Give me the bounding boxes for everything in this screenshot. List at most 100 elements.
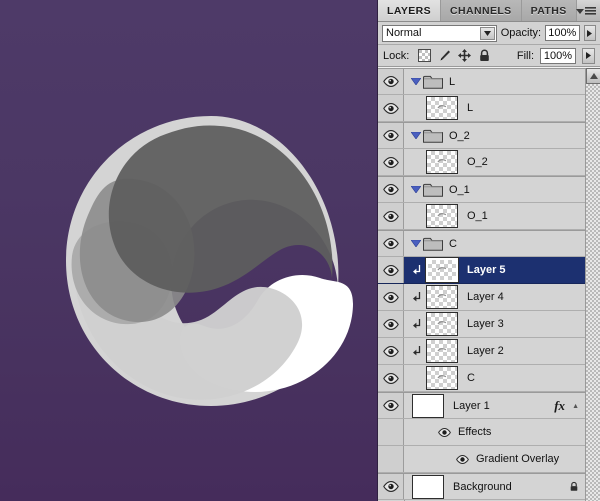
- layer-visibility-toggle[interactable]: [378, 474, 404, 499]
- thumb-content-mark: [438, 294, 447, 299]
- effects-collapse-icon[interactable]: ▲: [572, 402, 579, 410]
- layer-visibility-toggle[interactable]: [378, 284, 404, 310]
- thumb-content-mark: [438, 105, 447, 110]
- group-disclosure-triangle-icon[interactable]: [408, 132, 423, 139]
- layer-row[interactable]: O_1: [378, 176, 585, 203]
- layer-row[interactable]: Layer 2: [378, 338, 585, 365]
- layer-visibility-toggle[interactable]: [378, 123, 404, 148]
- layer-visibility-toggle[interactable]: [378, 203, 404, 229]
- layer-effects-indicator[interactable]: fx ▲: [554, 398, 585, 414]
- layer-visibility-toggle[interactable]: [378, 393, 404, 418]
- clipping-mask-icon: [408, 291, 426, 303]
- layer-thumbnail[interactable]: [412, 394, 444, 418]
- layer-thumbnail[interactable]: [426, 96, 458, 120]
- layer-row[interactable]: Layer 3: [378, 311, 585, 338]
- tab-paths[interactable]: PATHS: [522, 0, 577, 21]
- layer-thumbnail[interactable]: [426, 285, 458, 309]
- layer-row-body[interactable]: C: [404, 365, 585, 391]
- layer-row-body[interactable]: Gradient Overlay: [404, 446, 585, 472]
- layer-thumbnail[interactable]: [412, 475, 444, 499]
- layer-row-body[interactable]: O_2: [404, 123, 585, 148]
- layer-thumbnail[interactable]: [426, 258, 458, 282]
- thumb-content-mark: [438, 267, 447, 272]
- layer-row-body[interactable]: Layer 5: [404, 257, 585, 283]
- layer-row[interactable]: C: [378, 230, 585, 257]
- group-disclosure-triangle-icon[interactable]: [408, 78, 423, 85]
- layer-row-body[interactable]: O_2: [404, 149, 585, 175]
- layer-row-body[interactable]: Layer 1fx▲: [404, 393, 585, 418]
- layer-row[interactable]: O_2: [378, 122, 585, 149]
- lock-position-icon[interactable]: [458, 49, 471, 62]
- layer-row[interactable]: O_1: [378, 203, 585, 230]
- layer-thumbnail[interactable]: [426, 150, 458, 174]
- layer-row[interactable]: Layer 1fx▲: [378, 392, 585, 419]
- layer-row[interactable]: Layer 5: [378, 257, 585, 284]
- layer-row-body[interactable]: Effects: [404, 419, 585, 445]
- layer-row[interactable]: L: [378, 95, 585, 122]
- layer-visibility-toggle[interactable]: [378, 338, 404, 364]
- layers-panel: LAYERS CHANNELS PATHS Normal Opacity:: [378, 0, 600, 501]
- fill-stepper[interactable]: [582, 48, 595, 64]
- tab-channels[interactable]: CHANNELS: [441, 0, 522, 21]
- fill-label: Fill:: [517, 50, 534, 62]
- opacity-input[interactable]: 100%: [545, 25, 579, 41]
- layer-thumbnail[interactable]: [426, 366, 458, 390]
- layer-row-body[interactable]: Layer 3: [404, 311, 585, 337]
- thumb-content-mark: [438, 213, 447, 218]
- thumb-content-mark: [438, 321, 447, 326]
- layer-visibility-toggle[interactable]: [378, 177, 404, 202]
- lock-transparent-pixels-icon[interactable]: [418, 49, 431, 62]
- layer-row-body[interactable]: Layer 2: [404, 338, 585, 364]
- layer-row[interactable]: C: [378, 365, 585, 392]
- layer-row[interactable]: O_2: [378, 149, 585, 176]
- layer-name: O_1: [449, 184, 470, 196]
- layer-row[interactable]: Effects: [378, 419, 585, 446]
- layer-name: Effects: [458, 426, 491, 438]
- document-canvas[interactable]: [0, 0, 378, 501]
- chevron-down-icon[interactable]: [480, 27, 495, 40]
- layers-list-scroll[interactable]: LLO_2O_2O_1O_1CLayer 5Layer 4Layer 3Laye…: [378, 67, 600, 501]
- panel-menu-icon[interactable]: [576, 4, 596, 17]
- layer-row-body[interactable]: Layer 4: [404, 284, 585, 310]
- layer-row-body[interactable]: O_1: [404, 203, 585, 229]
- layer-visibility-toggle[interactable]: [378, 311, 404, 337]
- effects-visibility-toggle[interactable]: [438, 428, 452, 437]
- layer-thumbnail[interactable]: [426, 339, 458, 363]
- tab-layers[interactable]: LAYERS: [378, 0, 441, 21]
- layer-name: Layer 2: [467, 345, 504, 357]
- fx-icon[interactable]: fx: [554, 398, 565, 414]
- layer-row-body[interactable]: O_1: [404, 177, 585, 202]
- layer-row-body[interactable]: L: [404, 69, 585, 94]
- lock-all-icon[interactable]: [478, 49, 491, 62]
- scroll-up-button[interactable]: [586, 68, 600, 84]
- layer-row[interactable]: L: [378, 68, 585, 95]
- layer-visibility-toggle[interactable]: [378, 149, 404, 175]
- group-disclosure-triangle-icon[interactable]: [408, 240, 423, 247]
- layer-row-body[interactable]: C: [404, 231, 585, 256]
- layer-visibility-toggle[interactable]: [378, 257, 404, 283]
- layer-row-body[interactable]: Background: [404, 474, 585, 499]
- fill-input[interactable]: 100%: [540, 48, 576, 64]
- effect-visibility-toggle[interactable]: [456, 455, 470, 464]
- layer-thumbnail[interactable]: [426, 204, 458, 228]
- layers-scrollbar[interactable]: [585, 68, 600, 501]
- lock-image-pixels-icon[interactable]: [438, 49, 451, 62]
- opacity-stepper[interactable]: [584, 25, 597, 41]
- layer-row[interactable]: Layer 4: [378, 284, 585, 311]
- layer-visibility-toggle[interactable]: [378, 95, 404, 121]
- layer-visibility-toggle[interactable]: [378, 365, 404, 391]
- layer-visibility-toggle[interactable]: [378, 231, 404, 256]
- layer-name: O_2: [467, 156, 488, 168]
- layer-row[interactable]: Gradient Overlay: [378, 446, 585, 473]
- clipping-mask-icon: [408, 345, 426, 357]
- thumb-content-mark: [438, 375, 447, 380]
- blend-mode-select[interactable]: Normal: [382, 25, 497, 42]
- logo-segment-layer5: [109, 125, 333, 292]
- group-disclosure-triangle-icon[interactable]: [408, 186, 423, 193]
- layer-visibility-toggle[interactable]: [378, 69, 404, 94]
- layer-row-body[interactable]: L: [404, 95, 585, 121]
- layer-name: Layer 4: [467, 291, 504, 303]
- lock-row: Lock:: [378, 45, 600, 67]
- layer-row[interactable]: Background: [378, 473, 585, 500]
- layer-thumbnail[interactable]: [426, 312, 458, 336]
